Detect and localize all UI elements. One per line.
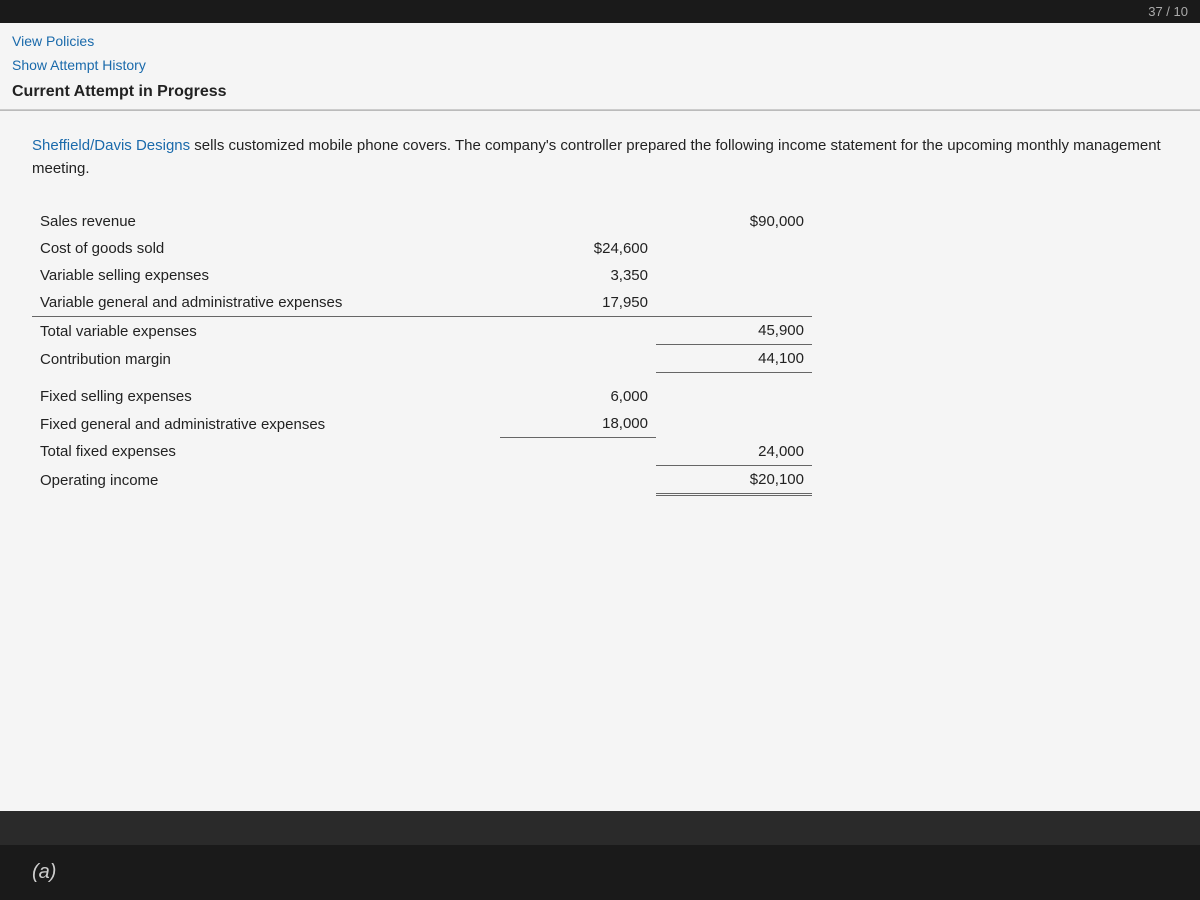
table-row: Cost of goods sold $24,600 [32, 235, 812, 262]
income-statement-table: Sales revenue $90,000 Cost of goods sold… [32, 208, 812, 496]
row-col3: 24,000 [656, 438, 812, 466]
score-display: 37 / 10 [1148, 4, 1188, 19]
row-col3 [656, 235, 812, 262]
row-col3 [656, 289, 812, 317]
row-col3 [656, 262, 812, 289]
row-col2 [500, 345, 656, 373]
problem-description: Sheffield/Davis Designs sells customized… [32, 135, 1168, 180]
main-content: Sheffield/Davis Designs sells customized… [0, 111, 1200, 811]
row-label: Variable general and administrative expe… [32, 289, 500, 317]
row-col3: 45,900 [656, 317, 812, 345]
bottom-section: (a) [0, 845, 1200, 900]
row-col2: $24,600 [500, 235, 656, 262]
row-label: Total fixed expenses [32, 438, 500, 466]
row-col2 [500, 438, 656, 466]
view-policies-link[interactable]: View Policies [12, 29, 1188, 53]
row-label: Cost of goods sold [32, 235, 500, 262]
row-label: Contribution margin [32, 345, 500, 373]
show-attempt-history-link[interactable]: Show Attempt History [12, 53, 1188, 77]
row-col2 [500, 208, 656, 235]
table-row: Total variable expenses 45,900 [32, 317, 812, 345]
table-row: Total fixed expenses 24,000 [32, 438, 812, 466]
description-text: sells customized mobile phone covers. Th… [32, 137, 1161, 177]
row-col2: 6,000 [500, 383, 656, 410]
row-col2: 3,350 [500, 262, 656, 289]
row-label: Operating income [32, 465, 500, 494]
row-col2 [500, 465, 656, 494]
row-col3 [656, 383, 812, 410]
row-col3: $90,000 [656, 208, 812, 235]
table-row: Variable general and administrative expe… [32, 289, 812, 317]
row-label: Total variable expenses [32, 317, 500, 345]
row-label: Fixed selling expenses [32, 383, 500, 410]
row-col2: 17,950 [500, 289, 656, 317]
row-col3: 44,100 [656, 345, 812, 373]
row-col2 [500, 317, 656, 345]
part-label: (a) [32, 861, 56, 883]
top-bar: 37 / 10 [0, 0, 1200, 23]
row-label: Fixed general and administrative expense… [32, 410, 500, 438]
row-col3: $20,100 [656, 465, 812, 494]
table-row: Fixed general and administrative expense… [32, 410, 812, 438]
row-label: Variable selling expenses [32, 262, 500, 289]
table-row: Sales revenue $90,000 [32, 208, 812, 235]
table-row: Contribution margin 44,100 [32, 345, 812, 373]
table-row: Variable selling expenses 3,350 [32, 262, 812, 289]
row-col2: 18,000 [500, 410, 656, 438]
row-col3 [656, 410, 812, 438]
spacer-row [32, 373, 812, 384]
nav-links-container: View Policies Show Attempt History Curre… [0, 23, 1200, 110]
company-name: Sheffield/Davis Designs [32, 137, 190, 154]
row-label: Sales revenue [32, 208, 500, 235]
table-row: Fixed selling expenses 6,000 [32, 383, 812, 410]
current-attempt-label: Current Attempt in Progress [12, 77, 1188, 109]
table-row: Operating income $20,100 [32, 465, 812, 494]
